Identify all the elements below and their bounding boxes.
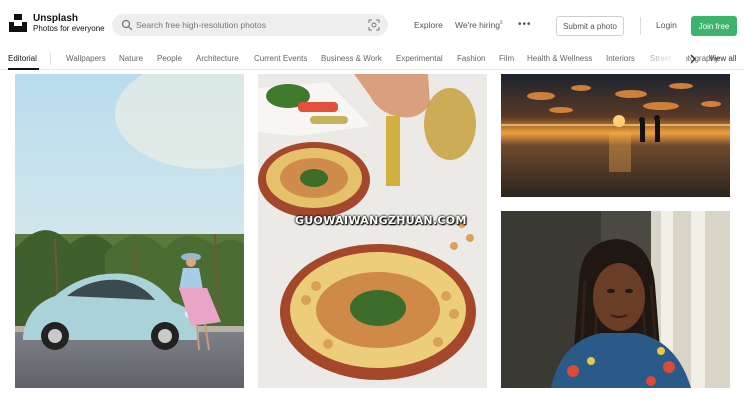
- nav-hiring[interactable]: We're hiring6: [455, 20, 503, 30]
- tab-fashion[interactable]: Fashion: [457, 54, 485, 63]
- tab-editorial[interactable]: Editorial: [8, 54, 37, 63]
- visual-search-icon[interactable]: [368, 19, 380, 31]
- tab-nature[interactable]: Nature: [119, 54, 143, 63]
- active-tab-underline: [8, 68, 39, 70]
- tab-architecture[interactable]: Architecture: [196, 54, 239, 63]
- brand-name: Unsplash: [33, 13, 79, 24]
- unsplash-logo-icon[interactable]: [9, 14, 27, 32]
- photo-hummus[interactable]: [258, 74, 487, 388]
- login-link[interactable]: Login: [656, 20, 677, 30]
- category-nav: Editorial Wallpapers Nature People Archi…: [0, 48, 744, 70]
- brand[interactable]: Unsplash Photos for everyone: [33, 13, 105, 33]
- top-header: Unsplash Photos for everyone Explore We'…: [0, 0, 744, 48]
- photo-sunset-beach[interactable]: [501, 74, 730, 197]
- chevron-right-icon[interactable]: [689, 54, 697, 64]
- view-all-link[interactable]: View all: [709, 54, 736, 63]
- nav-hiring-label: We're hiring: [455, 20, 500, 30]
- tab-current-events[interactable]: Current Events: [254, 54, 307, 63]
- search-icon[interactable]: [121, 19, 133, 31]
- photo-car-woman[interactable]: [15, 74, 244, 388]
- search-bar[interactable]: [112, 14, 388, 36]
- tab-health-wellness[interactable]: Health & Wellness: [527, 54, 592, 63]
- tab-business-work[interactable]: Business & Work: [321, 54, 382, 63]
- tab-experimental[interactable]: Experimental: [396, 54, 443, 63]
- more-icon[interactable]: •••: [518, 19, 532, 30]
- submit-photo-button[interactable]: Submit a photo: [556, 16, 624, 36]
- photo-portrait[interactable]: [501, 211, 730, 388]
- hiring-badge: 6: [499, 20, 503, 27]
- nav-explore[interactable]: Explore: [414, 20, 443, 30]
- join-free-button[interactable]: Join free: [691, 16, 737, 36]
- header-divider: [640, 17, 641, 35]
- tab-film[interactable]: Film: [499, 54, 514, 63]
- category-fade: [630, 48, 686, 69]
- tab-people[interactable]: People: [157, 54, 182, 63]
- tab-wallpapers[interactable]: Wallpapers: [66, 54, 106, 63]
- watermark: GUOWAIWANGZHUAN.COM: [295, 214, 467, 227]
- search-input[interactable]: [136, 17, 362, 33]
- category-separator: [50, 53, 51, 65]
- brand-tagline: Photos for everyone: [33, 23, 105, 33]
